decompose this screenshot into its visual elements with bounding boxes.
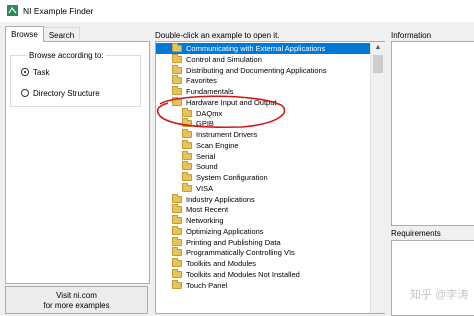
tree-item-label: Printing and Publishing Data xyxy=(186,237,281,247)
tree-item[interactable]: Control and Simulation xyxy=(156,53,372,65)
folder-icon xyxy=(182,182,192,192)
folder-icon xyxy=(182,118,192,128)
tree-item[interactable]: Toolkits and Modules Not Installed xyxy=(156,268,372,280)
folder-icon xyxy=(182,139,192,149)
radio-directory-structure-label: Directory Structure xyxy=(33,88,100,98)
tree-item[interactable]: GPIB xyxy=(156,118,372,129)
visit-ni-line2: for more examples xyxy=(43,301,110,310)
radio-task[interactable]: Task xyxy=(21,66,49,78)
tree-scrollbar[interactable]: ▲ xyxy=(370,42,385,313)
tree-item-label: GPIB xyxy=(196,119,214,129)
tree-item[interactable]: Toolkits and Modules xyxy=(156,258,372,269)
radio-task-label: Task xyxy=(33,67,50,77)
tree-item-label: System Configuration xyxy=(196,173,268,182)
tree-item-label: Control and Simulation xyxy=(186,54,262,64)
folder-icon xyxy=(172,215,182,224)
tree-item-label: Instrument Drivers xyxy=(196,130,258,139)
tab-search[interactable]: Search xyxy=(43,27,80,42)
folder-icon xyxy=(172,268,182,278)
requirements-pane xyxy=(391,240,474,316)
tree-item[interactable]: Industry Applications xyxy=(156,193,372,205)
tree-item[interactable]: Printing and Publishing Data xyxy=(156,236,372,248)
folder-icon xyxy=(182,161,192,171)
requirements-label: Requirements xyxy=(391,229,441,238)
tree-item[interactable]: VISA xyxy=(156,182,372,194)
tree-item-label: DAQmx xyxy=(196,108,223,118)
folder-icon xyxy=(172,96,182,106)
folder-icon xyxy=(182,172,192,181)
tree-item-label: Serial xyxy=(196,151,216,161)
ni-app-icon xyxy=(7,5,18,16)
folder-icon xyxy=(172,236,182,246)
tree-item-label: Networking xyxy=(186,216,224,225)
tree-item[interactable]: Communicating with External Applications xyxy=(156,43,372,54)
tree-item-label: Fundamentals xyxy=(186,87,234,96)
folder-icon xyxy=(172,86,182,95)
tree-item-label: Industry Applications xyxy=(186,194,255,204)
tree-item[interactable]: Sound xyxy=(156,161,372,172)
folder-icon xyxy=(172,53,182,63)
folder-icon xyxy=(182,129,192,138)
radio-button-task[interactable] xyxy=(21,68,29,76)
folder-icon xyxy=(172,43,182,52)
tree-item-label: Programmatically Controlling VIs xyxy=(186,248,295,258)
folder-icon xyxy=(172,247,182,257)
radio-directory-structure[interactable]: Directory Structure xyxy=(21,87,100,99)
browse-group-label: Browse according to: xyxy=(27,51,106,60)
tree-item[interactable]: Scan Engine xyxy=(156,139,372,151)
tree-item-label: Toolkits and Modules xyxy=(186,259,257,268)
tree-item-label: Touch Panel xyxy=(186,280,228,290)
tree-item[interactable]: Favorites xyxy=(156,75,372,86)
tree-item[interactable]: Networking xyxy=(156,215,372,226)
tree-item-label: Most Recent xyxy=(186,205,229,215)
title-bar: NI Example Finder xyxy=(0,0,474,22)
watermark: 知乎 @李涛 xyxy=(410,289,469,301)
folder-icon xyxy=(182,107,192,117)
information-pane xyxy=(391,41,474,226)
folder-icon xyxy=(172,193,182,203)
tree-item-label: Distributing and Documenting Application… xyxy=(186,65,327,75)
tree-item[interactable]: Fundamentals xyxy=(156,86,372,97)
tree-item[interactable]: Touch Panel xyxy=(156,279,372,291)
folder-icon xyxy=(172,279,182,289)
tree-item[interactable]: Serial xyxy=(156,150,372,162)
tree-item-label: Hardware Input and Output xyxy=(186,97,277,107)
tree-item[interactable]: System Configuration xyxy=(156,172,372,183)
tree-item[interactable]: Most Recent xyxy=(156,204,372,215)
scroll-up-arrow-icon[interactable]: ▲ xyxy=(371,42,385,54)
information-label: Information xyxy=(391,31,432,40)
tree-item[interactable]: Programmatically Controlling VIs xyxy=(156,247,372,258)
visit-ni-button[interactable]: Visit ni.com for more examples xyxy=(5,286,148,314)
radio-button-directory-structure[interactable] xyxy=(21,89,29,97)
tree-item[interactable]: Instrument Drivers xyxy=(156,129,372,140)
tree-item[interactable]: Optimizing Applications xyxy=(156,225,372,237)
tree-item-label: Communicating with External Applications xyxy=(186,44,326,53)
tab-browse[interactable]: Browse xyxy=(5,26,44,42)
visit-ni-line1: Visit ni.com xyxy=(56,291,97,300)
folder-icon xyxy=(172,258,182,267)
tree-item-label: Optimizing Applications xyxy=(186,226,264,236)
tree-item[interactable]: Distributing and Documenting Application… xyxy=(156,64,372,76)
tree-item-label: Sound xyxy=(196,162,218,172)
example-tree[interactable]: Communicating with External Applications… xyxy=(155,41,385,314)
folder-icon xyxy=(172,225,182,235)
scroll-thumb[interactable] xyxy=(373,55,383,73)
tree-item-label: VISA xyxy=(196,183,214,193)
browse-group-box xyxy=(10,55,141,107)
instruction-text: Double-click an example to open it. xyxy=(155,31,280,40)
tree-item[interactable]: Hardware Input and Output xyxy=(156,96,372,108)
folder-icon xyxy=(172,64,182,74)
folder-icon xyxy=(172,75,182,85)
window-title: NI Example Finder xyxy=(23,6,94,16)
tree-item-label: Favorites xyxy=(186,76,217,86)
tree-item[interactable]: DAQmx xyxy=(156,107,372,119)
folder-icon xyxy=(182,150,192,160)
tree-item-label: Toolkits and Modules Not Installed xyxy=(186,269,300,279)
folder-icon xyxy=(172,204,182,214)
tree-item-label: Scan Engine xyxy=(196,140,239,150)
